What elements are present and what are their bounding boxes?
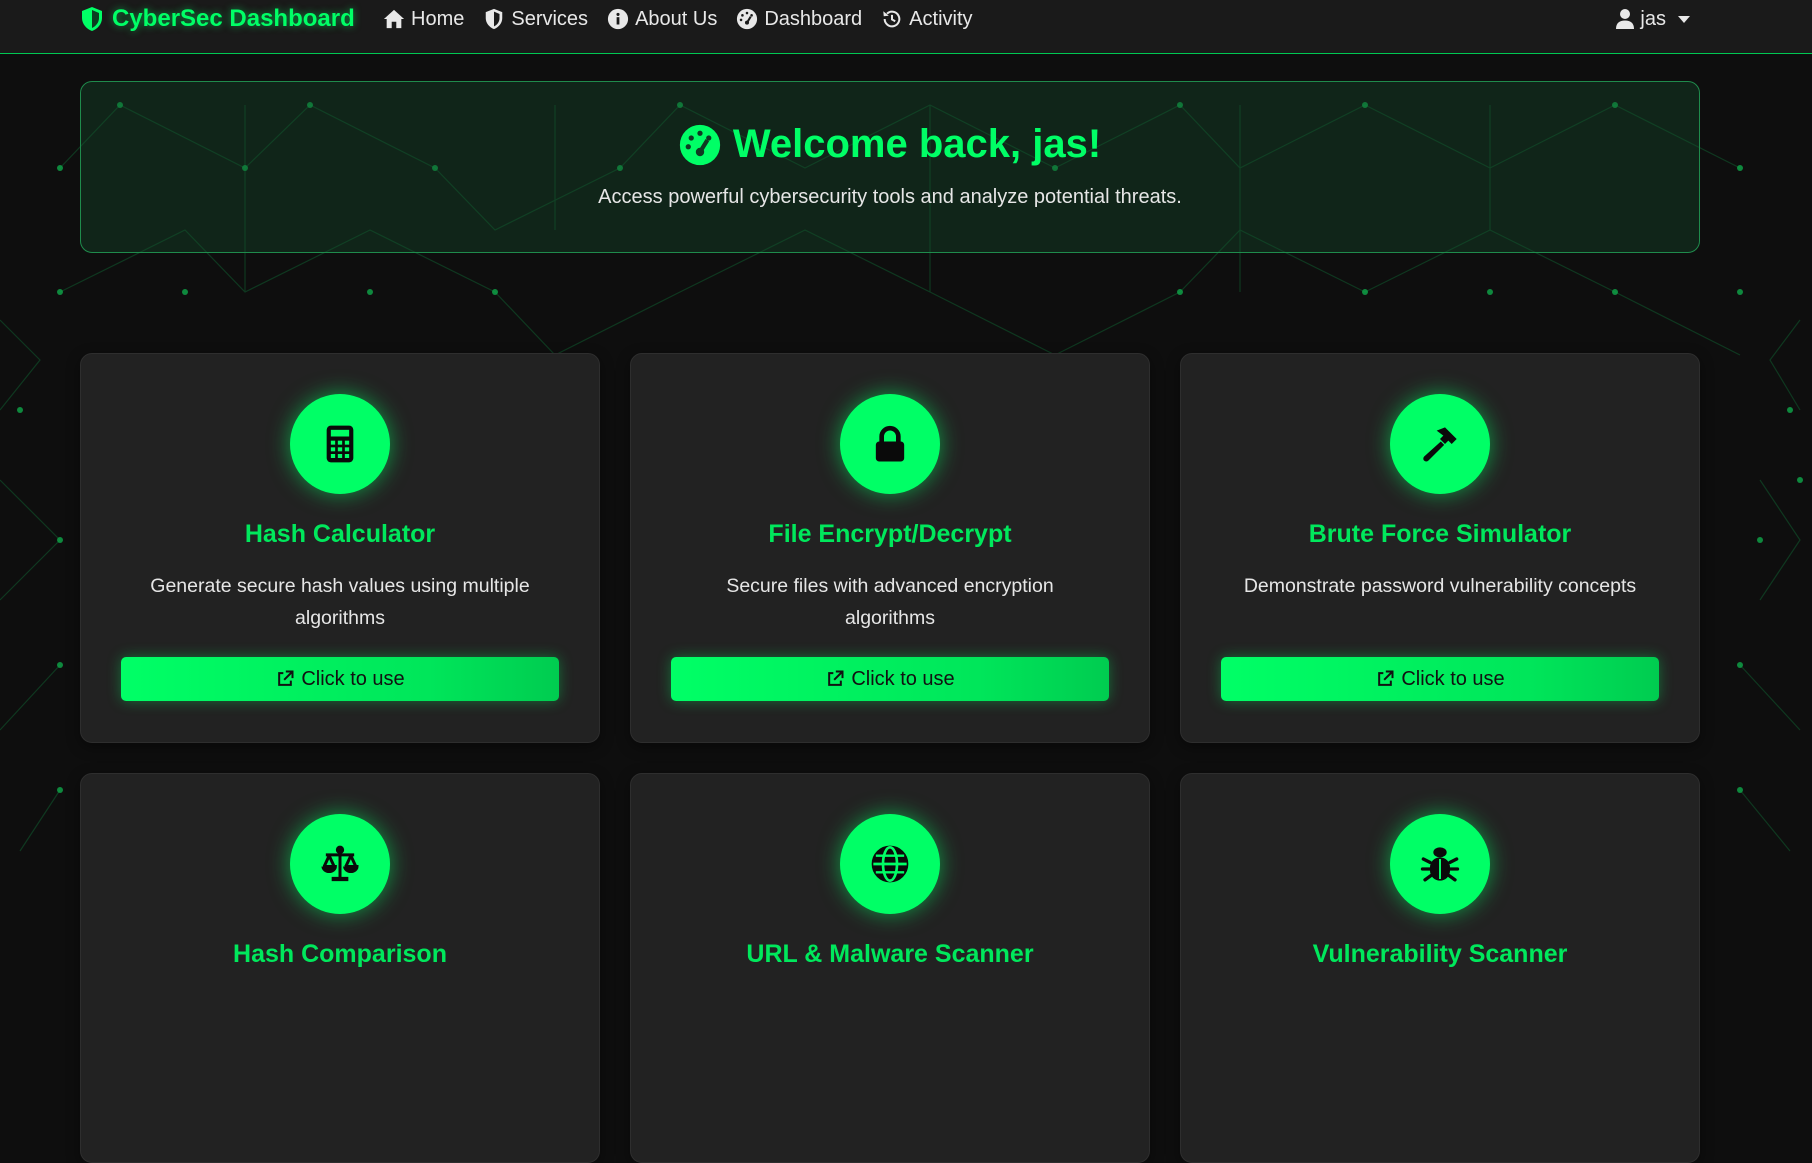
gauge-icon bbox=[737, 8, 758, 30]
bug-icon bbox=[1420, 847, 1460, 882]
nav-home[interactable]: Home bbox=[383, 8, 464, 31]
user-name: jas bbox=[1640, 7, 1666, 30]
hash-calculator-use-button[interactable]: Click to use bbox=[121, 657, 559, 701]
tool-card-hash-comparison: Hash Comparison bbox=[80, 773, 600, 1163]
nav-links: Home Services About Us Dashboard Activit… bbox=[383, 2, 973, 36]
welcome-title: Welcome back, jas! bbox=[732, 122, 1102, 166]
nav-dashboard-label: Dashboard bbox=[764, 7, 863, 30]
external-link-icon bbox=[828, 670, 844, 686]
tool-icon-badge bbox=[1390, 394, 1490, 494]
info-icon bbox=[607, 8, 629, 30]
welcome-heading: Welcome back, jas! bbox=[81, 122, 1699, 167]
lock-icon bbox=[875, 425, 905, 462]
external-link-icon bbox=[1378, 670, 1394, 686]
use-button-label: Click to use bbox=[1401, 667, 1505, 690]
brute-force-use-button[interactable]: Click to use bbox=[1221, 657, 1659, 701]
calculator-icon bbox=[326, 425, 354, 463]
card-title: Brute Force Simulator bbox=[1308, 520, 1572, 548]
card-description: Secure files with advanced encryption al… bbox=[726, 575, 1054, 629]
gauge-icon bbox=[679, 124, 720, 165]
card-title: Vulnerability Scanner bbox=[1312, 940, 1568, 968]
brand-link[interactable]: CyberSec Dashboard bbox=[80, 2, 355, 36]
external-link-icon bbox=[278, 670, 294, 686]
brand-name: CyberSec Dashboard bbox=[112, 5, 355, 32]
tool-icon-badge bbox=[290, 814, 390, 914]
nav-activity[interactable]: Activity bbox=[881, 7, 973, 31]
card-title: URL & Malware Scanner bbox=[746, 940, 1034, 968]
tool-icon-badge bbox=[840, 394, 940, 494]
chevron-down-icon bbox=[1678, 15, 1690, 23]
top-navbar: CyberSec Dashboard Home Services About U… bbox=[0, 0, 1812, 54]
use-button-label: Click to use bbox=[851, 667, 955, 690]
nav-dashboard[interactable]: Dashboard bbox=[736, 8, 862, 31]
file-encrypt-use-button[interactable]: Click to use bbox=[671, 657, 1109, 701]
shield-icon bbox=[486, 8, 503, 30]
user-menu-dropdown[interactable]: jas bbox=[1616, 2, 1690, 36]
card-description: Generate secure hash values using multip… bbox=[150, 575, 530, 629]
tool-card-hash-calculator: Hash Calculator Generate secure hash val… bbox=[80, 353, 600, 743]
tool-icon-badge bbox=[290, 394, 390, 494]
scale-icon bbox=[321, 845, 359, 882]
history-icon bbox=[883, 10, 901, 28]
nav-about-us-label: About Us bbox=[635, 7, 718, 30]
tool-card-file-encrypt-decrypt: File Encrypt/Decrypt Secure files with a… bbox=[630, 353, 1150, 743]
nav-services-label: Services bbox=[511, 7, 589, 30]
tool-card-vulnerability-scanner: Vulnerability Scanner bbox=[1180, 773, 1700, 1163]
use-button-label: Click to use bbox=[301, 667, 405, 690]
tool-card-brute-force-simulator: Brute Force Simulator Demonstrate passwo… bbox=[1180, 353, 1700, 743]
welcome-subtitle: Access powerful cybersecurity tools and … bbox=[598, 186, 1182, 208]
tool-icon-badge bbox=[840, 814, 940, 914]
user-icon bbox=[1616, 9, 1635, 29]
card-description: Demonstrate password vulnerability conce… bbox=[1243, 575, 1637, 597]
welcome-banner: Welcome back, jas! Access powerful cyber… bbox=[80, 81, 1700, 253]
tool-card-url-malware-scanner: URL & Malware Scanner bbox=[630, 773, 1150, 1163]
hammer-icon bbox=[1423, 427, 1457, 462]
home-icon bbox=[383, 9, 405, 29]
nav-activity-label: Activity bbox=[909, 7, 973, 30]
card-title: Hash Calculator bbox=[244, 520, 436, 548]
card-title: File Encrypt/Decrypt bbox=[768, 520, 1012, 548]
nav-services[interactable]: Services bbox=[483, 8, 588, 31]
card-title: Hash Comparison bbox=[233, 940, 447, 968]
tool-icon-badge bbox=[1390, 814, 1490, 914]
nav-about-us[interactable]: About Us bbox=[607, 8, 717, 31]
nav-home-label: Home bbox=[411, 7, 465, 30]
globe-icon bbox=[871, 845, 909, 883]
shield-icon bbox=[82, 7, 102, 31]
